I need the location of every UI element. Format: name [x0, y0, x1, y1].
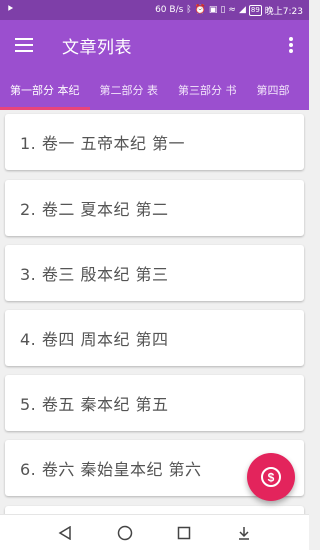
list-item[interactable] — [5, 506, 304, 514]
list-item[interactable]: 1. 卷一 五帝本纪 第一 — [5, 114, 304, 170]
svg-text:$: $ — [268, 471, 275, 485]
dollar-coin-icon: $ — [261, 467, 281, 487]
list-item[interactable]: 2. 卷二 夏本纪 第二 — [5, 180, 304, 236]
network-speed: 60 B/s — [155, 5, 184, 15]
recents-icon[interactable] — [169, 518, 199, 548]
signal-icon: ◢ — [238, 4, 246, 15]
vibrate-icon: ▯ — [220, 4, 226, 15]
tab-part-4[interactable]: 第四部 — [247, 70, 300, 110]
tab-part-3[interactable]: 第三部分 书 — [168, 70, 247, 110]
status-right: 60 B/s ᛒ ⏰ ▣ ▯ ≈ ◢ 89 晚上7:23 — [155, 4, 303, 17]
wifi-icon: ≈ — [228, 4, 236, 15]
status-time: 晚上7:23 — [264, 6, 303, 17]
hd-icon: ▣ — [208, 4, 218, 15]
category-tabs: 第一部分 本纪 第二部分 表 第三部分 书 第四部 — [0, 70, 309, 110]
system-nav-bar — [0, 514, 309, 550]
tab-part-1[interactable]: 第一部分 本纪 — [0, 70, 90, 110]
alarm-icon: ⏰ — [194, 4, 206, 15]
list-item[interactable]: 5. 卷五 秦本纪 第五 — [5, 375, 304, 431]
status-bar: ⯈ 60 B/s ᛒ ⏰ ▣ ▯ ≈ ◢ 89 晚上7:23 — [0, 0, 309, 20]
battery-icon: 89 — [248, 4, 262, 16]
more-vert-icon[interactable] — [273, 20, 309, 70]
bluetooth-icon: ᛒ — [186, 4, 192, 15]
tab-part-2[interactable]: 第二部分 表 — [90, 70, 169, 110]
home-icon[interactable] — [110, 518, 140, 548]
app-toolbar: 文章列表 — [0, 20, 309, 70]
android-icon: ⯈ — [6, 4, 14, 15]
back-icon[interactable] — [50, 518, 80, 548]
page-title: 文章列表 — [62, 37, 132, 58]
donate-fab[interactable]: $ — [247, 453, 295, 501]
list-item[interactable]: 3. 卷三 殷本纪 第三 — [5, 245, 304, 301]
hamburger-menu-icon[interactable] — [0, 20, 48, 70]
list-item[interactable]: 4. 卷四 周本纪 第四 — [5, 310, 304, 366]
notification-pull-icon[interactable] — [229, 518, 259, 548]
